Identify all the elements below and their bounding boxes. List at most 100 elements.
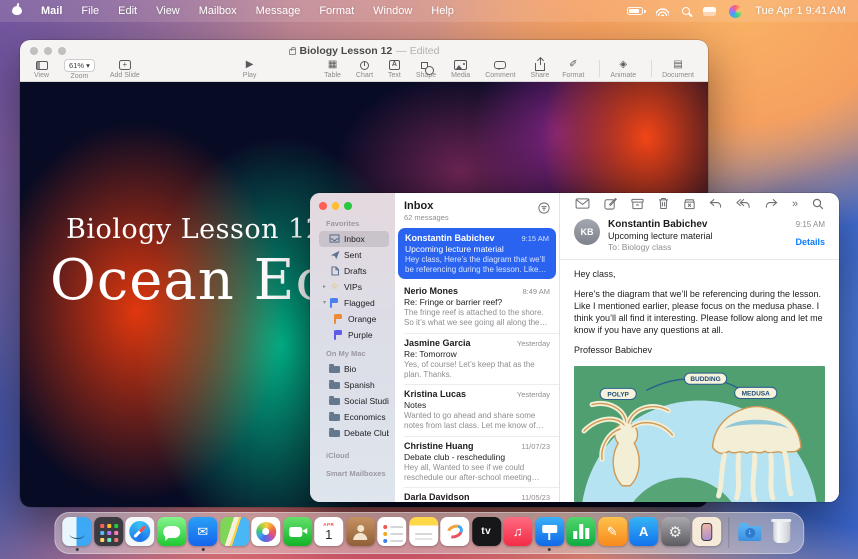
sidebar-item-economics[interactable]: Economics bbox=[319, 409, 389, 425]
dock-facetime-icon[interactable] bbox=[283, 517, 312, 546]
document-button[interactable]: ▤ Document bbox=[662, 59, 694, 79]
keynote-titlebar[interactable]: Biology Lesson 12 — Edited bbox=[20, 40, 708, 57]
forward-icon[interactable] bbox=[765, 198, 778, 209]
trash-icon[interactable] bbox=[658, 197, 669, 210]
control-center-icon[interactable] bbox=[703, 7, 716, 16]
sidebar-item-flag-purple[interactable]: Purple bbox=[330, 327, 389, 343]
diagram-label-medusa: MEDUSA bbox=[742, 390, 770, 397]
message-row[interactable]: Darla Davidson 11/05/23 Tomorrow’s class… bbox=[395, 487, 559, 502]
message-row[interactable]: Christine Huang 11/07/23 Debate club - r… bbox=[395, 436, 559, 487]
message-row[interactable]: Nerio Mones 8:49 AM Re: Fringe or barrie… bbox=[395, 281, 559, 332]
sidebar-item-social-studies[interactable]: Social Studies bbox=[319, 393, 389, 409]
reply-all-icon[interactable] bbox=[736, 198, 751, 209]
sidebar-item-flagged[interactable]: ▾ Flagged bbox=[319, 295, 389, 311]
sidebar-item-debate-club[interactable]: Debate Club bbox=[319, 425, 389, 441]
dock-settings-icon[interactable]: ⚙ bbox=[661, 517, 690, 546]
dock-numbers-icon[interactable] bbox=[566, 517, 595, 546]
message-header: KB Konstantin Babichev Upcoming lecture … bbox=[560, 211, 839, 260]
menu-clock[interactable]: Tue Apr 1 9:41 AM bbox=[755, 5, 846, 17]
search-icon[interactable] bbox=[812, 198, 824, 210]
animate-button[interactable]: ◈ Animate bbox=[610, 59, 636, 79]
table-button[interactable]: ▦ Table bbox=[324, 59, 341, 79]
archive-icon[interactable] bbox=[631, 198, 644, 210]
folder-icon bbox=[328, 364, 341, 374]
dock-freeform-icon[interactable] bbox=[440, 517, 469, 546]
sidebar-item-drafts[interactable]: Drafts bbox=[319, 263, 389, 279]
filter-icon[interactable] bbox=[538, 201, 550, 219]
get-mail-icon[interactable] bbox=[575, 198, 590, 209]
menu-edit[interactable]: Edit bbox=[118, 5, 137, 17]
play-button[interactable]: ▶ Play bbox=[243, 59, 257, 79]
dock-maps-icon[interactable] bbox=[220, 517, 249, 546]
dock-downloads-icon[interactable] bbox=[735, 517, 764, 546]
zoom-button[interactable] bbox=[344, 202, 352, 210]
menu-help[interactable]: Help bbox=[431, 5, 454, 17]
comment-button[interactable]: Comment bbox=[485, 59, 515, 79]
battery-icon[interactable] bbox=[627, 7, 643, 15]
message-row[interactable]: Jasmine Garcia Yesterday Re: Tomorrow Ye… bbox=[395, 333, 559, 384]
dock-iphone-mirroring-icon[interactable] bbox=[692, 517, 721, 546]
text-button[interactable]: A Text bbox=[388, 59, 401, 79]
chart-button[interactable]: Chart bbox=[356, 59, 373, 79]
details-link[interactable]: Details bbox=[795, 237, 825, 247]
menu-window[interactable]: Window bbox=[373, 5, 412, 17]
sidebar-item-bio[interactable]: Bio bbox=[319, 361, 389, 377]
wifi-icon[interactable] bbox=[656, 6, 669, 16]
dock-trash-icon[interactable] bbox=[767, 517, 796, 546]
chevron-right-icon[interactable]: ▸ bbox=[321, 283, 328, 290]
chevron-down-icon[interactable]: ▾ bbox=[321, 299, 328, 306]
sidebar-item-vips[interactable]: ▸ ☆ VIPs bbox=[319, 279, 389, 295]
dock-launchpad-icon[interactable] bbox=[94, 517, 123, 546]
junk-icon[interactable] bbox=[683, 198, 696, 210]
siri-icon[interactable] bbox=[729, 5, 742, 18]
folder-icon bbox=[328, 428, 341, 438]
dock-calendar-icon[interactable]: APR 1 bbox=[314, 517, 343, 546]
menu-file[interactable]: File bbox=[81, 5, 99, 17]
sidebar-item-sent[interactable]: Sent bbox=[319, 247, 389, 263]
dock-contacts-icon[interactable] bbox=[346, 517, 375, 546]
dock-music-icon[interactable]: ♫ bbox=[503, 517, 532, 546]
compose-icon[interactable] bbox=[604, 197, 617, 210]
menu-format[interactable]: Format bbox=[319, 5, 354, 17]
sidebar-item-inbox[interactable]: Inbox bbox=[319, 231, 389, 247]
search-icon[interactable] bbox=[682, 7, 690, 15]
reply-icon[interactable] bbox=[709, 198, 722, 209]
add-slide-button[interactable]: + Add Slide bbox=[110, 59, 140, 79]
dock-safari-icon[interactable] bbox=[125, 517, 154, 546]
apple-menu-icon[interactable] bbox=[12, 4, 22, 18]
animate-icon: ◈ bbox=[619, 59, 627, 71]
dock-finder-icon[interactable] bbox=[62, 517, 91, 546]
dock-messages-icon[interactable] bbox=[157, 517, 186, 546]
sidebar-item-flag-orange[interactable]: Orange bbox=[330, 311, 389, 327]
sidebar-item-spanish[interactable]: Spanish bbox=[319, 377, 389, 393]
share-button[interactable]: Share bbox=[531, 59, 550, 79]
dock-photos-icon[interactable] bbox=[251, 517, 280, 546]
menu-view[interactable]: View bbox=[156, 5, 180, 17]
menu-mailbox[interactable]: Mailbox bbox=[199, 5, 237, 17]
sidebar-section-icloud[interactable]: iCloud bbox=[326, 451, 395, 460]
close-button[interactable] bbox=[319, 202, 327, 210]
dock-appstore-icon[interactable]: A bbox=[629, 517, 658, 546]
dock-appletv-icon[interactable]: tv bbox=[472, 517, 501, 546]
dock-pages-icon[interactable]: ✎ bbox=[598, 517, 627, 546]
menu-message[interactable]: Message bbox=[256, 5, 301, 17]
dock-notes-icon[interactable] bbox=[409, 517, 438, 546]
mail-sidebar: Favorites Inbox Sent Drafts bbox=[310, 193, 395, 502]
keynote-window-title: Biology Lesson 12 — Edited bbox=[20, 45, 708, 57]
minimize-button[interactable] bbox=[332, 202, 340, 210]
dock-keynote-icon[interactable] bbox=[535, 517, 564, 546]
format-button[interactable]: ✐ Format bbox=[562, 59, 584, 79]
message-row[interactable]: Konstantin Babichev 9:15 AM Upcoming lec… bbox=[398, 228, 556, 279]
menu-app-name[interactable]: Mail bbox=[41, 5, 62, 17]
media-button[interactable]: Media bbox=[451, 59, 470, 79]
zoom-control[interactable]: 61%▾ Zoom bbox=[64, 59, 95, 80]
message-row[interactable]: Kristina Lucas Yesterday Notes Wanted to… bbox=[395, 384, 559, 435]
view-button[interactable]: View bbox=[34, 59, 49, 79]
format-brush-icon: ✐ bbox=[569, 59, 577, 71]
dock-reminders-icon[interactable] bbox=[377, 517, 406, 546]
dock-mail-icon[interactable]: ✉ bbox=[188, 517, 217, 546]
running-indicator bbox=[75, 548, 78, 551]
more-icon[interactable]: » bbox=[792, 199, 798, 209]
shape-button[interactable]: Shape bbox=[416, 59, 436, 79]
sidebar-section-smart-mailboxes[interactable]: Smart Mailboxes bbox=[326, 469, 395, 478]
